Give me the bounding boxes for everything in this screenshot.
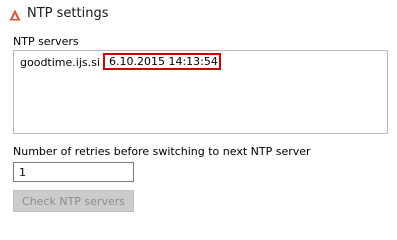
ntp-servers-label: NTP servers xyxy=(13,35,79,48)
server-time-highlight: 6.10.2015 14:13:54 xyxy=(103,53,221,70)
retries-label: Number of retries before switching to ne… xyxy=(13,145,311,158)
app-logo-icon xyxy=(9,9,21,21)
page-title: NTP settings xyxy=(27,6,109,21)
ntp-servers-list[interactable]: goodtime.ijs.si... 6.10.2015 14:13:54 xyxy=(13,50,388,134)
server-host: goodtime.ijs.si... xyxy=(20,56,100,69)
retries-input[interactable] xyxy=(13,162,134,182)
check-ntp-servers-button[interactable]: Check NTP servers xyxy=(13,190,134,212)
